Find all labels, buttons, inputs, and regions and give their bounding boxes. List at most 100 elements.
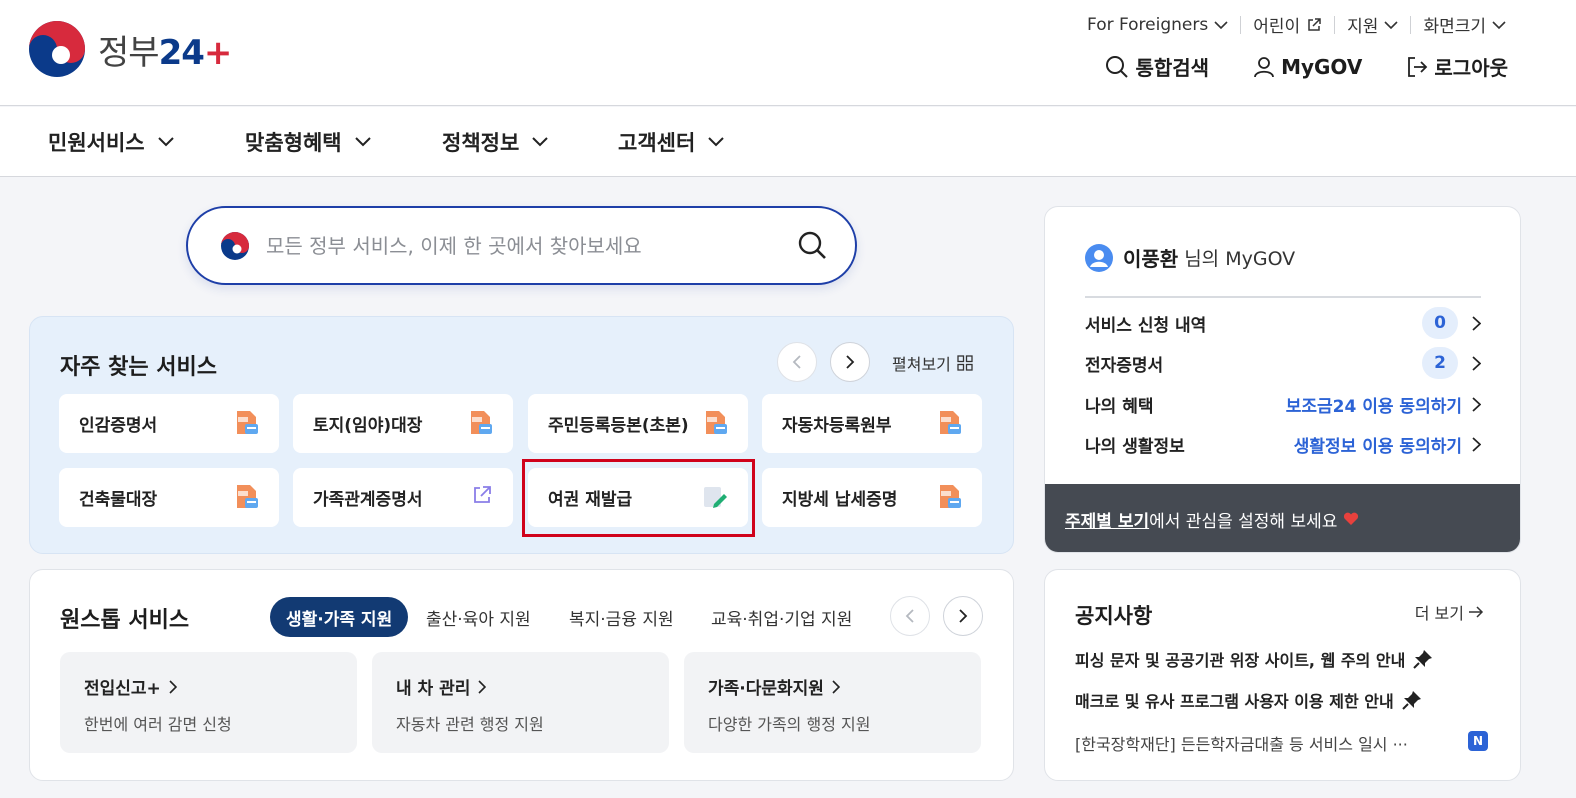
notice-item[interactable]: 피싱 문자 및 공공기관 위장 사이트, 웹 주의 안내 <box>1075 647 1433 671</box>
header-actions: 통합검색 MyGOV 로그아웃 <box>1061 52 1508 81</box>
frequent-services-title: 자주 찾는 서비스 <box>60 355 217 380</box>
logout-icon <box>1408 56 1428 77</box>
search-icon[interactable] <box>797 230 827 260</box>
service-tile-building-register[interactable]: 건축물대장 <box>59 468 279 527</box>
pin-icon <box>1401 691 1421 710</box>
integrated-search-button[interactable]: 통합검색 <box>1105 52 1209 81</box>
count-badge: 2 <box>1422 347 1458 379</box>
chevron-right-icon <box>1472 396 1481 412</box>
service-tile-vehicle-register[interactable]: 자동차등록원부 <box>762 394 982 453</box>
notice-item[interactable]: 매크로 및 유사 프로그램 사용자 이용 제한 안내 <box>1075 688 1422 712</box>
mygov-row-life-info[interactable]: 나의 생활정보 생활정보 이용 동의하기 <box>1085 429 1481 459</box>
expand-view-button[interactable]: 펼쳐보기 <box>892 351 973 375</box>
heart-icon <box>1344 512 1359 525</box>
prev-button[interactable] <box>890 596 930 636</box>
pdf-doc-icon <box>471 411 492 434</box>
count-badge: 0 <box>1422 307 1458 339</box>
chevron-right-icon <box>169 679 177 694</box>
main-search-box <box>186 206 857 285</box>
next-button[interactable] <box>830 342 870 382</box>
chevron-down-icon <box>354 137 371 147</box>
taegeuk-emblem-icon <box>29 21 85 77</box>
arrow-right-icon <box>1469 606 1484 618</box>
mygov-row-e-certificates[interactable]: 전자증명서 2 <box>1085 347 1481 379</box>
highlight-box <box>522 459 755 537</box>
mygov-panel: 이풍환 님의 MyGOV 서비스 신청 내역 0 전자증명서 2 나의 혜택 보… <box>1044 206 1521 553</box>
support-dropdown[interactable]: 지원 <box>1335 12 1410 37</box>
tab-education-jobs-business[interactable]: 교육·취업·기업 지원 <box>711 597 852 637</box>
tab-welfare-finance[interactable]: 복지·금융 지원 <box>569 597 674 637</box>
mygov-row-service-history[interactable]: 서비스 신청 내역 0 <box>1085 307 1481 339</box>
notice-panel: 공지사항 더 보기 피싱 문자 및 공공기관 위장 사이트, 웹 주의 안내 매… <box>1044 569 1521 781</box>
onestop-card-family-multicultural[interactable]: 가족·다문화지원 다양한 가족의 행정 지원 <box>684 652 981 753</box>
pdf-doc-icon <box>940 411 961 434</box>
chevron-left-icon <box>905 609 914 623</box>
mygov-header: 이풍환 님의 MyGOV <box>1085 243 1295 272</box>
search-icon <box>1106 55 1129 78</box>
divider <box>1085 296 1481 298</box>
pdf-doc-icon <box>237 485 258 508</box>
topic-interest-banner: 주제별 보기 에서 관심을 설정해 보세요 <box>1045 484 1520 552</box>
topic-view-link[interactable]: 주제별 보기 <box>1065 507 1149 532</box>
notice-more-link[interactable]: 더 보기 <box>1415 600 1484 624</box>
next-button[interactable] <box>943 596 983 636</box>
nav-customer-center[interactable]: 고객센터 <box>618 127 725 157</box>
chevron-down-icon <box>157 137 174 147</box>
external-link-icon <box>1308 17 1321 31</box>
service-tile-family-certificate[interactable]: 가족관계증명서 <box>293 468 513 527</box>
onestop-card-move-in[interactable]: 전입신고+ 한번에 여러 감면 신청 <box>60 652 357 753</box>
taegeuk-emblem-icon <box>221 232 249 260</box>
pdf-doc-icon <box>706 411 727 434</box>
gov24-logo[interactable]: 정부24+ <box>28 20 232 78</box>
chevron-right-icon <box>832 679 840 694</box>
chevron-left-icon <box>792 355 801 369</box>
chevron-right-icon <box>846 355 855 369</box>
chevron-right-icon <box>959 609 968 623</box>
search-input[interactable] <box>266 226 766 266</box>
logo-text: 정부24+ <box>98 32 232 73</box>
chevron-down-icon <box>708 137 724 147</box>
nav-custom-benefits[interactable]: 맞춤형혜택 <box>245 127 372 157</box>
pdf-doc-icon <box>940 485 961 508</box>
avatar <box>1085 243 1113 272</box>
logout-button[interactable]: 로그아웃 <box>1406 52 1508 81</box>
for-foreigners-link[interactable]: For Foreigners <box>1075 15 1240 35</box>
header: 정부24+ For Foreigners 어린이 지원 화면크기 통합검색 My… <box>0 0 1576 106</box>
user-icon <box>1254 56 1274 77</box>
service-tile-resident-registration[interactable]: 주민등록등본(초본) <box>528 394 748 453</box>
tab-life-family[interactable]: 생활·가족 지원 <box>270 597 409 637</box>
chevron-down-icon <box>1384 20 1399 29</box>
chevron-down-icon <box>1214 20 1228 29</box>
onestop-card-my-car[interactable]: 내 차 관리 자동차 관련 행정 지원 <box>372 652 669 753</box>
onestop-services-panel: 원스톱 서비스 생활·가족 지원 출산·육아 지원 복지·금융 지원 교육·취업… <box>29 569 1014 781</box>
chevron-down-icon <box>1492 20 1506 29</box>
chevron-right-icon <box>478 679 487 694</box>
tab-birth-childcare[interactable]: 출산·육아 지원 <box>426 597 531 637</box>
chevron-down-icon <box>532 137 548 147</box>
mygov-row-my-benefits[interactable]: 나의 혜택 보조금24 이용 동의하기 <box>1085 389 1481 419</box>
chevron-right-icon <box>1472 436 1481 452</box>
notice-title: 공지사항 <box>1075 604 1153 628</box>
prev-button[interactable] <box>777 342 817 382</box>
chevron-right-icon <box>1472 315 1481 331</box>
notice-item[interactable]: [한국장학재단] 든든학자금대출 등 서비스 일시 ··· <box>1075 731 1408 755</box>
chevron-right-icon <box>1472 355 1481 371</box>
service-tile-seal-certificate[interactable]: 인감증명서 <box>59 394 279 453</box>
service-tile-land-register[interactable]: 토지(임야)대장 <box>293 394 513 453</box>
grid-icon <box>957 355 973 371</box>
onestop-title: 원스톱 서비스 <box>60 608 190 633</box>
external-link-icon <box>474 486 491 503</box>
service-tile-local-tax-certificate[interactable]: 지방세 납세증명 <box>762 468 982 527</box>
pin-icon <box>1413 650 1433 669</box>
utility-links: For Foreigners 어린이 지원 화면크기 <box>1075 12 1518 37</box>
kids-link[interactable]: 어린이 <box>1241 12 1334 37</box>
mygov-button[interactable]: MyGOV <box>1253 55 1362 79</box>
new-badge: N <box>1468 731 1488 751</box>
subsidy24-consent-link[interactable]: 보조금24 이용 동의하기 <box>1286 392 1462 417</box>
pdf-doc-icon <box>237 411 258 434</box>
main-nav: 민원서비스 맞춤형혜택 정책정보 고객센터 <box>0 107 1576 177</box>
screen-size-dropdown[interactable]: 화면크기 <box>1411 12 1518 37</box>
nav-civil-service[interactable]: 민원서비스 <box>48 127 175 157</box>
nav-policy-info[interactable]: 정책정보 <box>442 127 549 157</box>
life-info-consent-link[interactable]: 생활정보 이용 동의하기 <box>1294 432 1462 457</box>
